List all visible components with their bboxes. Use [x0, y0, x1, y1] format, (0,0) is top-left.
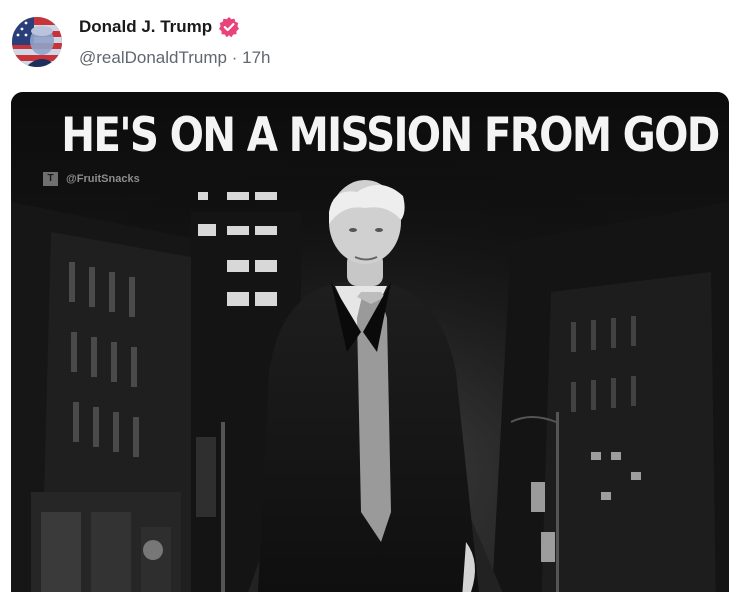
avatar[interactable]	[12, 17, 62, 67]
post-media-image[interactable]: HE'S ON A MISSION FROM GOD T @FruitSnack…	[11, 92, 729, 592]
watermark-logo-icon: T	[43, 172, 58, 186]
media-watermark: T @FruitSnacks	[43, 172, 140, 186]
post: Donald J. Trump @realDonaldTrump · 17h H…	[0, 0, 746, 592]
avatar-image	[12, 17, 62, 67]
post-time[interactable]: 17h	[242, 48, 270, 67]
post-meta: @realDonaldTrump · 17h	[79, 48, 270, 68]
post-header: Donald J. Trump @realDonaldTrump · 17h	[0, 0, 746, 92]
verified-badge-icon	[218, 16, 240, 38]
media-scene	[11, 92, 729, 592]
media-headline: HE'S ON A MISSION FROM GOD	[61, 108, 720, 163]
author-handle[interactable]: @realDonaldTrump	[79, 48, 227, 67]
meta-separator: ·	[231, 48, 238, 67]
author-name[interactable]: Donald J. Trump	[79, 17, 212, 37]
watermark-text: @FruitSnacks	[66, 173, 140, 185]
